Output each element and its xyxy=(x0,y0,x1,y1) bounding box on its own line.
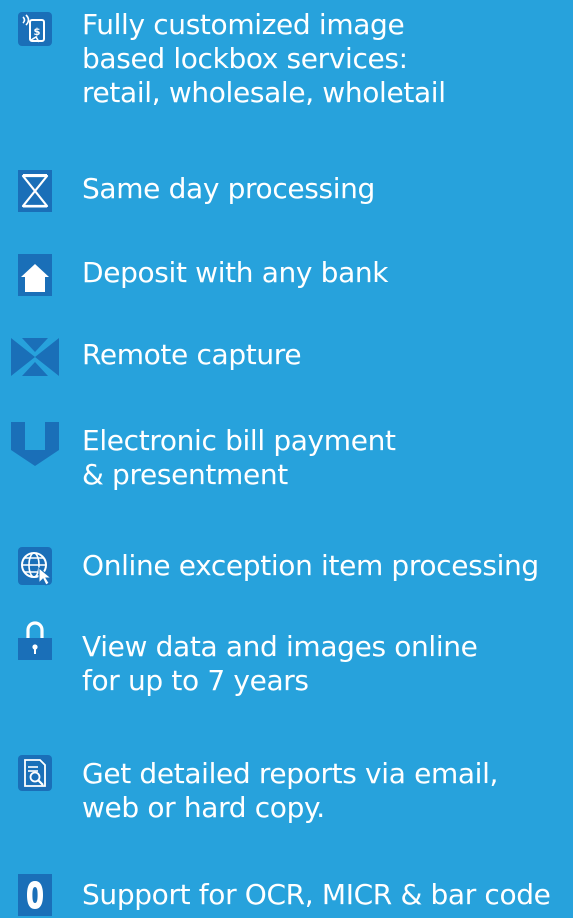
feature-line: Support for OCR, MICR & bar code xyxy=(82,878,551,911)
feature-line: for up to 7 years xyxy=(82,664,309,697)
download-arrow-icon xyxy=(8,422,64,466)
feature-line: based lockbox services: xyxy=(82,42,408,75)
feature-text: Same day processing xyxy=(82,172,570,206)
feature-text: View data and images online for up to 7 … xyxy=(82,630,570,698)
padlock-icon xyxy=(8,616,64,660)
feature-line: & presentment xyxy=(82,458,288,491)
feature-line: Get detailed reports via email, xyxy=(82,757,499,790)
feature-text: Electronic bill payment & presentment xyxy=(82,424,570,492)
feature-text: Remote capture xyxy=(82,338,570,372)
feature-text: Deposit with any bank xyxy=(82,256,570,290)
feature-line: retail, wholesale, wholetail xyxy=(82,76,446,109)
feature-line: Electronic bill payment xyxy=(82,424,396,457)
feature-line: Deposit with any bank xyxy=(82,256,389,289)
feature-text: Get detailed reports via email, web or h… xyxy=(82,757,570,825)
feature-text: Support for OCR, MICR & bar code xyxy=(82,878,570,912)
feature-text: Fully customized image based lockbox ser… xyxy=(82,8,570,110)
feature-line: Fully customized image xyxy=(82,8,405,41)
home-icon xyxy=(8,254,64,298)
feature-line: View data and images online xyxy=(82,630,478,663)
svg-text:$: $ xyxy=(34,27,41,38)
hourglass-icon xyxy=(8,170,64,214)
feature-list-page: $ Fully customized image based lockbox s… xyxy=(0,0,573,918)
report-magnifier-icon xyxy=(8,755,64,799)
remote-capture-icon xyxy=(8,336,64,380)
mobile-deposit-icon: $ xyxy=(8,10,64,54)
feature-text: Online exception item processing xyxy=(82,549,570,583)
feature-line: Remote capture xyxy=(82,338,302,371)
ocr-zero-icon xyxy=(8,872,64,916)
feature-line: web or hard copy. xyxy=(82,791,325,824)
feature-line: Same day processing xyxy=(82,172,375,205)
feature-line: Online exception item processing xyxy=(82,549,539,582)
globe-cursor-icon xyxy=(8,545,64,589)
